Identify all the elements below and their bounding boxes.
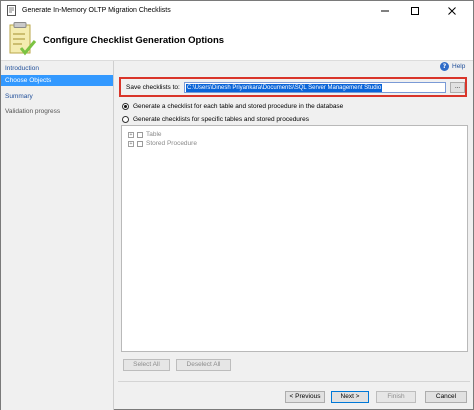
page-title: Configure Checklist Generation Options bbox=[43, 35, 225, 46]
close-icon bbox=[448, 7, 456, 15]
tree-node-stored-procedure-label: Stored Procedure bbox=[146, 140, 197, 147]
window-title: Generate In-Memory OLTP Migration Checkl… bbox=[22, 7, 171, 14]
tree-checkbox-stored-procedure bbox=[137, 140, 143, 147]
wizard-header: Configure Checklist Generation Options bbox=[1, 21, 473, 61]
radio-specific-objects-label: Generate checklists for specific tables … bbox=[133, 115, 309, 123]
footer-divider bbox=[118, 381, 470, 382]
tree-node-table: + Table bbox=[128, 130, 162, 139]
expand-icon: + bbox=[128, 131, 134, 138]
finish-button: Finish bbox=[376, 391, 416, 403]
radio-all-objects-indicator[interactable] bbox=[122, 102, 129, 110]
save-path-input[interactable]: C:\Users\Dinesh Priyankara\Documents\SQL… bbox=[184, 82, 446, 93]
title-bar: Generate In-Memory OLTP Migration Checkl… bbox=[1, 1, 473, 21]
maximize-button[interactable] bbox=[401, 1, 429, 21]
radio-all-objects[interactable]: Generate a checklist for each table and … bbox=[122, 101, 343, 111]
sidebar-item-validation-progress: Validation progress bbox=[5, 108, 61, 115]
minimize-icon bbox=[381, 10, 389, 12]
minimize-button[interactable] bbox=[371, 1, 399, 21]
next-button[interactable]: Next > bbox=[331, 391, 369, 403]
radio-all-objects-label: Generate a checklist for each table and … bbox=[133, 102, 344, 110]
sidebar-item-summary[interactable]: Summary bbox=[1, 91, 113, 102]
app-icon bbox=[7, 5, 16, 16]
save-path-value: C:\Users\Dinesh Priyankara\Documents\SQL… bbox=[186, 84, 383, 92]
browse-button[interactable]: ... bbox=[450, 82, 465, 93]
radio-specific-objects[interactable]: Generate checklists for specific tables … bbox=[122, 114, 309, 124]
select-all-button: Select All bbox=[123, 359, 170, 371]
tree-checkbox-table bbox=[137, 131, 143, 138]
wizard-sidebar: Introduction Choose Objects Summary Vali… bbox=[1, 61, 114, 410]
close-button[interactable] bbox=[431, 1, 473, 21]
tree-node-table-label: Table bbox=[146, 131, 162, 138]
sidebar-item-introduction[interactable]: Introduction bbox=[1, 63, 113, 74]
help-icon: ? bbox=[440, 61, 449, 71]
radio-specific-objects-indicator[interactable] bbox=[122, 115, 129, 123]
save-path-label: Save checklists to: bbox=[126, 84, 180, 91]
wizard-window: Generate In-Memory OLTP Migration Checkl… bbox=[0, 0, 474, 410]
sidebar-item-choose-objects[interactable]: Choose Objects bbox=[1, 75, 113, 86]
maximize-icon bbox=[411, 7, 419, 15]
previous-button[interactable]: < Previous bbox=[285, 391, 325, 403]
save-path-group: Save checklists to: C:\Users\Dinesh Priy… bbox=[119, 77, 467, 97]
deselect-all-button: Deselect All bbox=[176, 359, 231, 371]
tree-node-stored-procedure: + Stored Procedure bbox=[128, 139, 197, 148]
help-label: Help bbox=[452, 62, 466, 70]
expand-icon: + bbox=[128, 140, 134, 147]
checklist-icon bbox=[9, 22, 37, 56]
cancel-button[interactable]: Cancel bbox=[425, 391, 467, 403]
help-link[interactable]: ? Help bbox=[440, 60, 465, 72]
object-tree: + Table + Stored Procedure bbox=[121, 125, 468, 352]
